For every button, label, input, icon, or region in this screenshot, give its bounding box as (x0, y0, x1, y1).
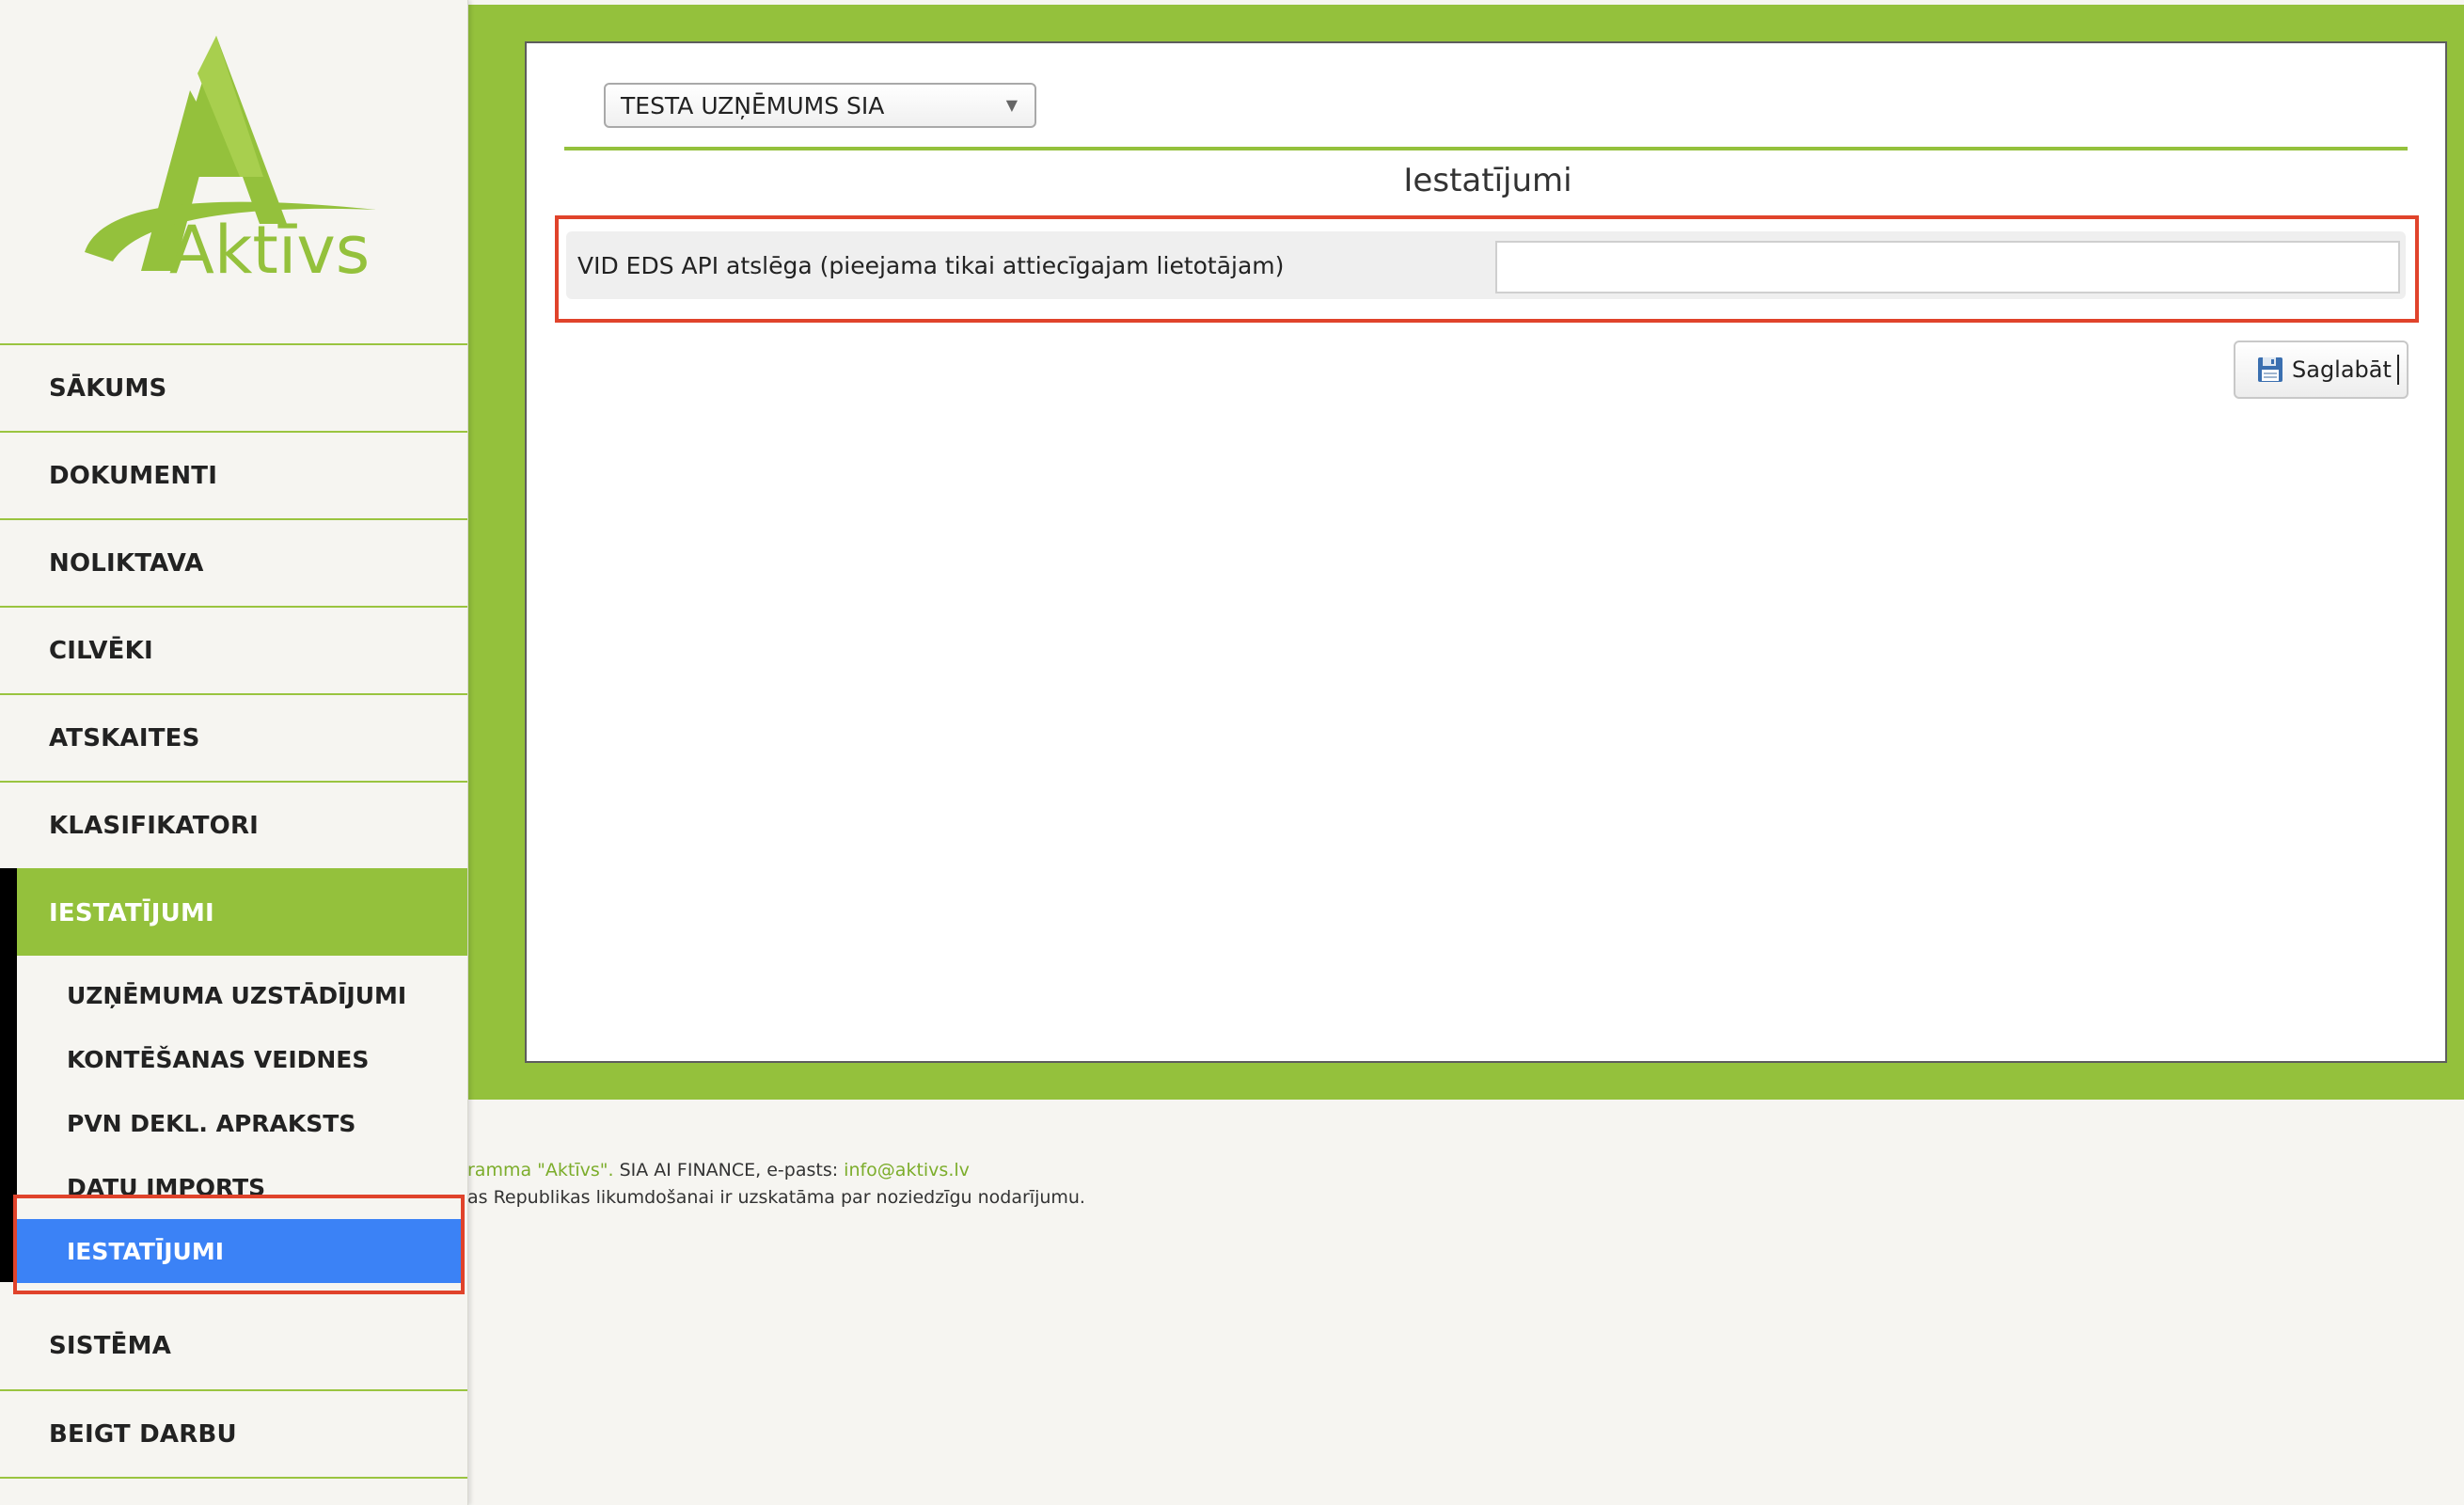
submenu-item-pvn-dekl-apraksts[interactable]: PVN DEKL. APRAKSTS (17, 1091, 467, 1155)
menu-group-iestatijumi: IESTATĪJUMI UZŅĒMUMA UZSTĀDĪJUMI KONTĒŠA… (0, 868, 467, 1283)
footer-company: SIA AI FINANCE, e-pasts: (613, 1160, 845, 1180)
setting-row-vid-eds-api: VID EDS API atslēga (pieejama tikai atti… (566, 231, 2406, 299)
menu-item-cilveki[interactable]: CILVĒKI (0, 606, 467, 693)
logo-text: Aktīvs (169, 212, 370, 280)
sidebar: Aktīvs SĀKUMS DOKUMENTI NOLIKTAVA CILVĒK… (0, 0, 468, 1505)
save-button[interactable]: Saglabāt (2234, 341, 2409, 399)
menu-item-klasifikatori[interactable]: KLASIFIKATORI (0, 781, 467, 868)
save-button-label: Saglabāt (2292, 356, 2392, 383)
company-select-value: TESTA UZŅĒMUMS SIA (621, 91, 885, 119)
footer-program-name: ramma "Aktīvs". (467, 1160, 614, 1180)
page-title: Iestatījumi (1403, 162, 1572, 199)
menu-bottom-divider (0, 1477, 467, 1479)
menu-item-noliktava[interactable]: NOLIKTAVA (0, 518, 467, 606)
footer-line-2: as Republikas likumdošanai ir uzskatāma … (467, 1187, 1085, 1208)
menu-item-atskaites[interactable]: ATSKAITES (0, 693, 467, 781)
company-select[interactable]: TESTA UZŅĒMUMS SIA ▼ (604, 83, 1036, 128)
submenu-item-kontesanas-veidnes[interactable]: KONTĒŠANAS VEIDNES (17, 1027, 467, 1091)
submenu-item-uznemuma-uzstadijumi[interactable]: UZŅĒMUMA UZSTĀDĪJUMI (17, 963, 467, 1027)
active-group-indicator (0, 868, 17, 1282)
chevron-down-icon: ▼ (1005, 96, 1018, 114)
footer-line-1: ramma "Aktīvs". SIA AI FINANCE, e-pasts:… (467, 1157, 1878, 1184)
setting-label: VID EDS API atslēga (pieejama tikai atti… (577, 251, 1285, 279)
menu-item-dokumenti[interactable]: DOKUMENTI (0, 431, 467, 518)
vid-eds-api-key-input[interactable] (1495, 241, 2400, 293)
main-menu: SĀKUMS DOKUMENTI NOLIKTAVA CILVĒKI ATSKA… (0, 343, 467, 1479)
text-cursor (2396, 355, 2399, 385)
save-icon (2258, 357, 2282, 382)
menu-item-iestatijumi[interactable]: IESTATĪJUMI (17, 868, 467, 956)
submenu-iestatijumi: UZŅĒMUMA UZSTĀDĪJUMI KONTĒŠANAS VEIDNES … (17, 956, 467, 1283)
settings-panel: TESTA UZŅĒMUMS SIA ▼ Iestatījumi VID EDS… (525, 41, 2447, 1063)
menu-item-beigt-darbu[interactable]: BEIGT DARBU (0, 1389, 467, 1477)
footer-email-link[interactable]: info@aktivs.lv (844, 1160, 970, 1180)
aktivs-logo[interactable]: Aktīvs (75, 36, 386, 289)
submenu-item-iestatijumi[interactable]: IESTATĪJUMI (17, 1219, 461, 1283)
footer: ramma "Aktīvs". SIA AI FINANCE, e-pasts:… (467, 1157, 1878, 1212)
menu-item-sakums[interactable]: SĀKUMS (0, 343, 467, 431)
menu-item-sistema[interactable]: SISTĒMA (0, 1302, 467, 1389)
submenu-item-datu-imports[interactable]: DATU IMPORTS (17, 1155, 467, 1219)
divider (564, 147, 2408, 150)
